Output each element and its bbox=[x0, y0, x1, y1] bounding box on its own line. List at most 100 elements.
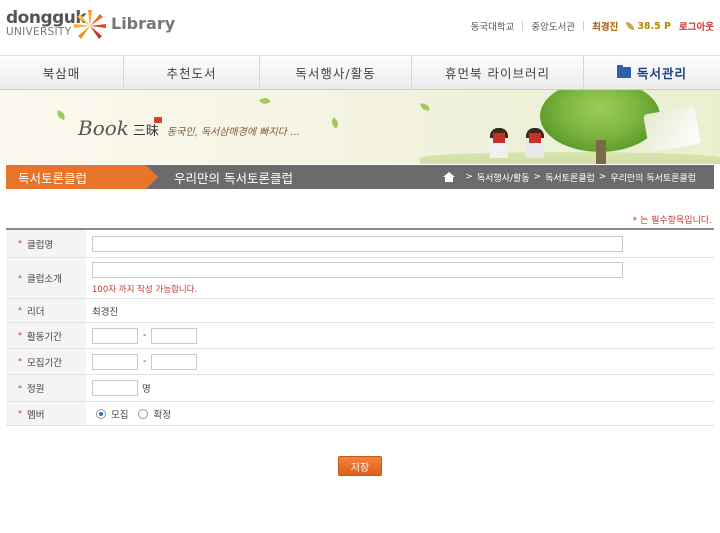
lotus-logo-icon bbox=[74, 10, 106, 39]
field-value: 최경진 bbox=[86, 299, 714, 322]
breadcrumb: > 독서행사/활동 > 독서토론클럽 > 우리만의 독서토론클럽 bbox=[443, 165, 696, 189]
field-label: * 리더 bbox=[6, 299, 86, 322]
breadcrumb-bar: 독서토론클럽 우리만의 독서토론클럽 > 독서행사/활동 > 독서토론클럽 > … bbox=[6, 165, 714, 189]
club-intro-input[interactable] bbox=[92, 261, 623, 278]
logout-link[interactable]: 로그아웃 bbox=[679, 19, 714, 33]
field-value bbox=[86, 230, 714, 257]
nav-item-human-book-library[interactable]: 휴먼북 라이브러리 bbox=[412, 56, 584, 89]
required-mark: * bbox=[18, 383, 22, 393]
field-value: 모집 확정 bbox=[86, 402, 714, 425]
row-capacity: * 정원 명 bbox=[6, 375, 714, 402]
section-title: 독서토론클럽 bbox=[6, 165, 146, 189]
banner: Book 三昧 동국인, 독서삼매경에 빠지다 ... bbox=[0, 90, 720, 164]
radio-recruiting[interactable] bbox=[96, 408, 106, 419]
required-note: * 는 필수항목입니다. bbox=[632, 216, 712, 226]
recruit-period-label: 모집기간 bbox=[27, 357, 62, 369]
radio-confirmed[interactable] bbox=[138, 408, 149, 419]
club-name-label: 클럽명 bbox=[27, 239, 54, 251]
activity-period-label: 활동기간 bbox=[27, 331, 62, 343]
field-value: - bbox=[86, 349, 714, 374]
leaf-icon bbox=[626, 22, 635, 30]
field-value: 명 bbox=[86, 375, 714, 401]
row-club-name: * 클럽명 bbox=[6, 230, 714, 258]
required-mark: * bbox=[18, 357, 22, 366]
divider bbox=[583, 21, 585, 31]
page-title: 우리만의 독서토론클럽 bbox=[174, 170, 293, 186]
tree-trunk bbox=[596, 140, 606, 164]
club-intro-hint: 100자 까지 작성 가능합니다. bbox=[92, 284, 198, 295]
range-dash: - bbox=[143, 356, 147, 367]
activity-end-input[interactable] bbox=[151, 327, 198, 344]
recruit-start-input[interactable] bbox=[92, 353, 138, 370]
breadcrumb-item-current: 우리만의 독서토론클럽 bbox=[610, 173, 696, 184]
header: dongguk UNIVERSITY Library 동국대학교 중앙도서관 최… bbox=[0, 0, 720, 52]
open-book-illustration bbox=[643, 105, 701, 153]
leaf-decoration bbox=[259, 96, 271, 106]
book-icon bbox=[493, 133, 505, 143]
banner-tagline: 동국인, 독서삼매경에 빠지다 ... bbox=[166, 127, 300, 138]
nav-item-reading-management[interactable]: 독서관리 bbox=[584, 56, 720, 89]
required-mark: * bbox=[18, 239, 22, 248]
breadcrumb-separator: > bbox=[598, 172, 607, 182]
row-recruit-period: * 모집기간 - bbox=[6, 349, 714, 375]
leaf-decoration bbox=[329, 117, 341, 129]
row-members: * 멤버 모집 확정 bbox=[6, 402, 714, 426]
leaf-decoration bbox=[419, 103, 431, 111]
field-label: * 정원 bbox=[6, 375, 86, 401]
field-value: - bbox=[86, 323, 714, 348]
folder-icon bbox=[616, 65, 631, 78]
leader-value: 최경진 bbox=[92, 306, 119, 318]
required-mark: * bbox=[18, 306, 22, 315]
required-mark: * bbox=[18, 409, 22, 418]
banner-slogan: Book 三昧 동국인, 독서삼매경에 빠지다 ... bbox=[78, 116, 300, 140]
nav-item-reading-events[interactable]: 독서행사/활동 bbox=[260, 56, 412, 89]
range-dash: - bbox=[143, 330, 147, 341]
field-label: * 멤버 bbox=[6, 402, 86, 425]
radio-confirmed-label[interactable]: 확정 bbox=[153, 407, 170, 421]
divider bbox=[522, 21, 524, 31]
activity-start-input[interactable] bbox=[92, 327, 138, 344]
user-name: 최경진 bbox=[592, 22, 619, 33]
required-mark: * bbox=[18, 273, 22, 283]
field-label: * 클럽명 bbox=[6, 230, 86, 257]
breadcrumb-item[interactable]: 독서행사/활동 bbox=[477, 171, 530, 184]
breadcrumb-item[interactable]: 독서토론클럽 bbox=[545, 171, 595, 184]
link-dongguk-university[interactable]: 동국대학교 bbox=[471, 19, 515, 33]
capacity-label: 정원 bbox=[27, 384, 45, 395]
logo-bottom-text: UNIVERSITY bbox=[6, 26, 72, 38]
row-club-intro: * 클럽소개 100자 까지 작성 가능합니다. bbox=[6, 258, 714, 299]
members-label: 멤버 bbox=[27, 409, 45, 421]
main-nav: 북삼매 추천도서 독서행사/활동 휴먼북 라이브러리 독서관리 bbox=[0, 55, 720, 90]
field-label: * 활동기간 bbox=[6, 323, 86, 348]
leaf-decoration bbox=[55, 109, 67, 121]
row-leader: * 리더 최경진 bbox=[6, 299, 714, 323]
nav-item-recommended-books[interactable]: 추천도서 bbox=[124, 56, 260, 89]
book-icon bbox=[529, 133, 541, 143]
user-points: 38.5 P bbox=[626, 21, 671, 32]
dongguk-logo[interactable]: dongguk UNIVERSITY bbox=[6, 8, 106, 42]
nav-item-reading-management-label: 독서관리 bbox=[636, 66, 687, 81]
site-title[interactable]: Library bbox=[111, 14, 175, 33]
club-name-input[interactable] bbox=[92, 235, 623, 252]
home-icon[interactable] bbox=[443, 172, 456, 182]
capacity-input[interactable] bbox=[92, 380, 138, 396]
capacity-unit: 명 bbox=[142, 384, 151, 395]
club-intro-label: 클럽소개 bbox=[27, 274, 62, 285]
breadcrumb-separator: > bbox=[465, 172, 473, 182]
top-utility-links: 동국대학교 중앙도서관 최경진 38.5 P 로그아웃 bbox=[471, 19, 714, 34]
required-mark: * bbox=[18, 331, 22, 340]
section-arrow bbox=[146, 165, 158, 189]
save-button[interactable]: 저장 bbox=[338, 456, 382, 476]
row-activity-period: * 활동기간 - bbox=[6, 323, 714, 349]
club-form: * 클럽명 * 클럽소개 100자 까지 작성 가능합니다. * 리더 최경진 * 활동… bbox=[6, 228, 714, 426]
recruit-end-input[interactable] bbox=[151, 353, 198, 370]
speech-bubble-icon bbox=[154, 117, 162, 123]
points-value: 38.5 P bbox=[637, 20, 672, 32]
field-label: * 모집기간 bbox=[6, 349, 86, 374]
leader-label: 리더 bbox=[27, 306, 45, 318]
grass-hill bbox=[420, 152, 720, 164]
field-label: * 클럽소개 bbox=[6, 258, 86, 298]
nav-item-booksammae[interactable]: 북삼매 bbox=[0, 56, 124, 89]
link-central-library[interactable]: 중앙도서관 bbox=[531, 19, 575, 33]
radio-recruiting-label[interactable]: 모집 bbox=[111, 407, 128, 421]
